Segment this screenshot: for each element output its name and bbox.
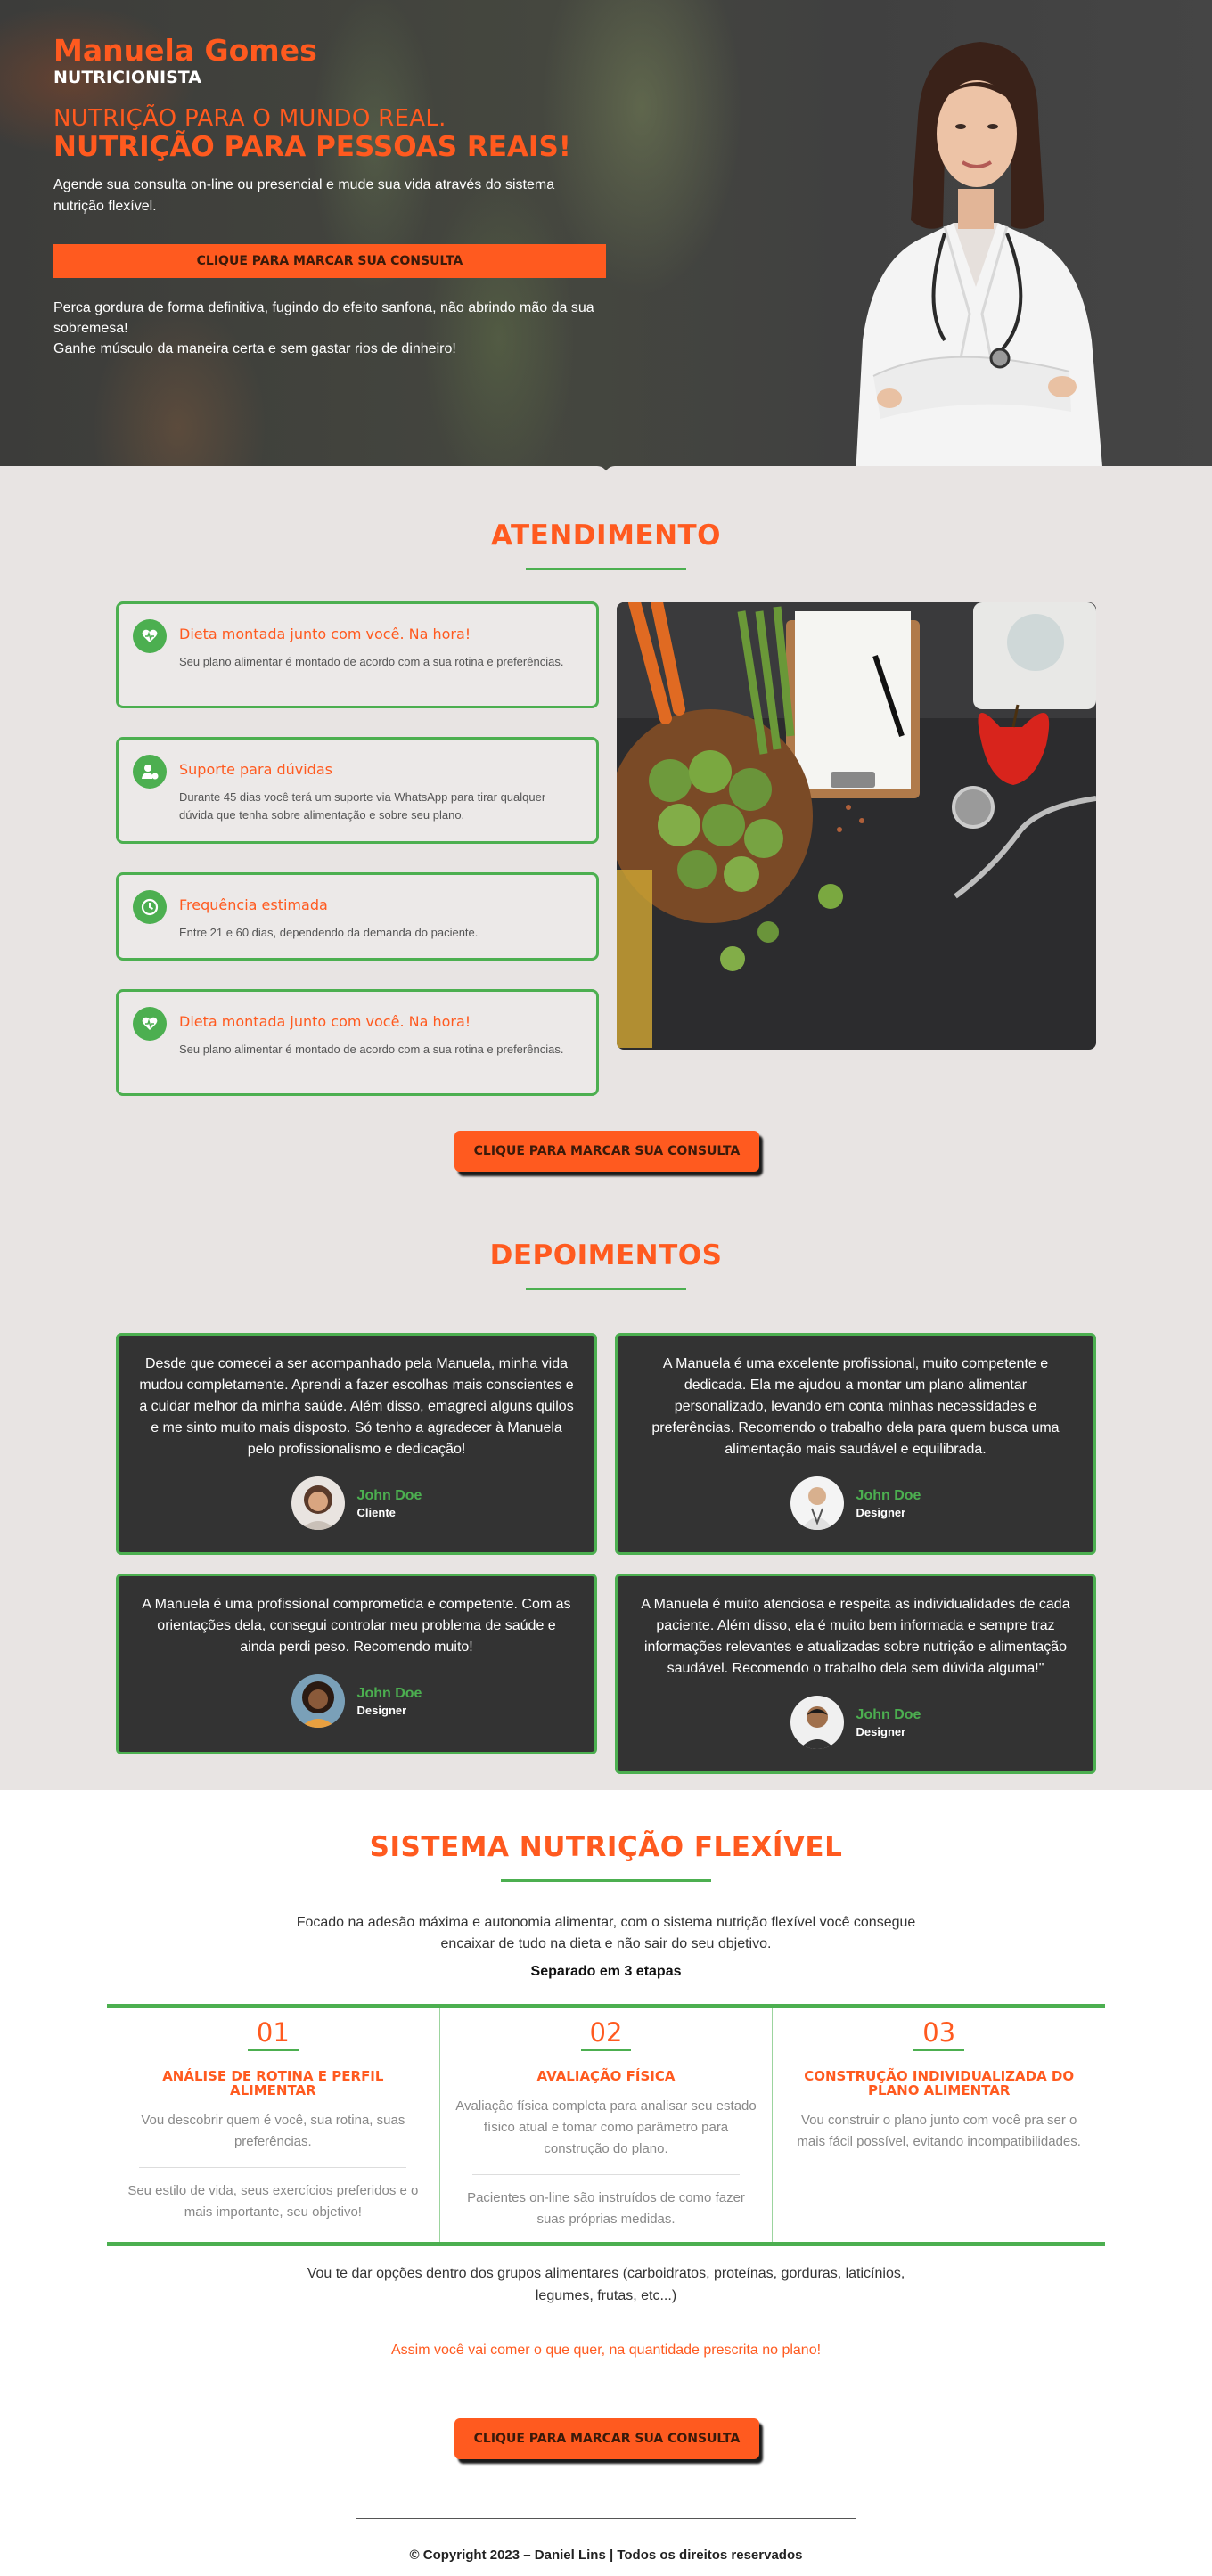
hero-tagline-2: NUTRIÇÃO PARA PESSOAS REAIS! [53, 131, 571, 163]
clock-icon [133, 890, 167, 924]
depoimentos-title-underline [526, 1288, 686, 1290]
hero-section: Manuela Gomes NUTRICIONISTA NUTRIÇÃO PAR… [0, 0, 1212, 477]
depoimentos-title: DEPOIMENTOS [489, 1239, 723, 1272]
testimonial-text: A Manuela é uma profissional comprometid… [142, 1597, 571, 1655]
testimonial-name: John Doe [856, 1706, 921, 1722]
testimonial-name: John Doe [856, 1487, 921, 1503]
service-card-text: Seu plano alimentar é montado de acordo … [179, 1043, 564, 1056]
testimonial-role: Cliente [356, 1505, 396, 1519]
service-card: Frequência estimada Entre 21 e 60 dias, … [116, 872, 599, 961]
atendimento-cta-button[interactable]: CLIQUE PARA MARCAR SUA CONSULTA [454, 1131, 759, 1172]
user-support-icon [133, 755, 167, 789]
hero-content: Manuela Gomes NUTRICIONISTA NUTRIÇÃO PAR… [53, 34, 606, 359]
testimonial-role: Designer [356, 1703, 407, 1717]
service-card-title: Dieta montada junto com você. Na hora! [179, 1013, 471, 1030]
atendimento-title: ATENDIMENTO [490, 519, 722, 552]
brand-name: Manuela Gomes [53, 33, 317, 68]
step-number: 02 [580, 2016, 632, 2051]
service-card-text: Seu plano alimentar é montado de acordo … [179, 655, 564, 668]
testimonial-text: A Manuela é muito atenciosa e respeita a… [641, 1597, 1070, 1676]
avatar [291, 1674, 345, 1728]
service-card: Dieta montada junto com você. Na hora! S… [116, 601, 599, 708]
hero-sub-line-2: Ganhe músculo da maneira certa e sem gas… [53, 341, 456, 356]
testimonial-card: A Manuela é muito atenciosa e respeita a… [615, 1574, 1096, 1774]
step-divider [472, 2174, 740, 2175]
testimonial-author: John Doe Designer [138, 1674, 575, 1728]
service-card: Dieta montada junto com você. Na hora! S… [116, 989, 599, 1096]
step-text: Seu estilo de vida, seus exercícios pref… [127, 2183, 419, 2220]
sistema-section: SISTEMA NUTRIÇÃO FLEXÍVEL Focado na ades… [0, 1790, 1212, 2576]
testimonial-name: John Doe [356, 1685, 422, 1701]
step-title: CONSTRUÇÃO INDIVIDUALIZADA DO PLANO ALIM… [804, 2068, 1075, 2098]
avatar [790, 1476, 844, 1530]
step-title: ANÁLISE DE ROTINA E PERFIL ALIMENTAR [162, 2068, 384, 2098]
step-column: 03 CONSTRUÇÃO INDIVIDUALIZADA DO PLANO A… [773, 2008, 1105, 2242]
step-text: Pacientes on-line são instruídos de como… [467, 2190, 745, 2227]
step-title: AVALIAÇÃO FÍSICA [536, 2068, 676, 2084]
sistema-separator: Separado em 3 etapas [530, 1964, 682, 1979]
service-card-text: Durante 45 dias você terá um suporte via… [179, 790, 546, 822]
atendimento-cards: Dieta montada junto com você. Na hora! S… [116, 601, 599, 1124]
sistema-accent: Assim você vai comer o que quer, na quan… [390, 2343, 822, 2358]
testimonial-text: A Manuela é uma excelente profissional, … [651, 1356, 1060, 1457]
sistema-title: SISTEMA NUTRIÇÃO FLEXÍVEL [369, 1831, 843, 1863]
step-text: Vou descobrir quem é você, sua rotina, s… [141, 2113, 405, 2149]
testimonial-role: Designer [856, 1724, 906, 1738]
footer-copyright: © Copyright 2023 – Daniel Lins | Todos o… [409, 2547, 803, 2563]
testimonial-text: Desde que comecei a ser acompanhado pela… [139, 1356, 574, 1457]
atendimento-section: ATENDIMENTO Dieta montada junto com você… [0, 477, 1212, 1195]
hero-divider-left [0, 466, 608, 477]
sistema-title-underline [501, 1879, 711, 1882]
step-number: 01 [247, 2016, 299, 2051]
testimonial-author: John Doe Cliente [138, 1476, 575, 1530]
step-column: 02 AVALIAÇÃO FÍSICA Avaliação física com… [440, 2008, 774, 2242]
step-divider [139, 2167, 407, 2168]
testimonial-card: A Manuela é uma profissional comprometid… [116, 1574, 597, 1754]
service-card: Suporte para dúvidas Durante 45 dias voc… [116, 737, 599, 844]
heart-icon [133, 1007, 167, 1041]
sistema-note: Vou te dar opções dentro dos grupos alim… [307, 2266, 905, 2303]
step-number: 03 [913, 2016, 965, 2051]
hero-lead: Agende sua consulta on-line ou presencia… [53, 177, 555, 214]
testimonial-name: John Doe [356, 1487, 422, 1503]
step-text: Avaliação física completa para analisar … [455, 2098, 757, 2156]
testimonial-role: Designer [856, 1505, 906, 1519]
testimonial-card: A Manuela é uma excelente profissional, … [615, 1333, 1096, 1555]
hero-tagline-1: NUTRIÇÃO PARA O MUNDO REAL. [53, 105, 446, 132]
nutritionist-portrait [856, 42, 1103, 477]
steps-table: 01 ANÁLISE DE ROTINA E PERFIL ALIMENTAR … [107, 2004, 1105, 2246]
sistema-description: Focado na adesão máxima e autonomia alim… [296, 1915, 916, 1951]
service-card-title: Dieta montada junto com você. Na hora! [179, 626, 471, 642]
brand-role: NUTRICIONISTA [53, 68, 201, 87]
hero-sub-line-1: Perca gordura de forma definitiva, fugin… [53, 300, 594, 336]
testimonial-author: John Doe Designer [637, 1696, 1074, 1749]
step-column: 01 ANÁLISE DE ROTINA E PERFIL ALIMENTAR … [107, 2008, 440, 2242]
sistema-cta-button[interactable]: CLIQUE PARA MARCAR SUA CONSULTA [454, 2418, 759, 2459]
depoimentos-section: DEPOIMENTOS Desde que comecei a ser acom… [0, 1195, 1212, 1790]
service-card-text: Entre 21 e 60 dias, dependendo da demand… [179, 926, 479, 939]
heart-icon [133, 619, 167, 653]
avatar [291, 1476, 345, 1530]
hero-sub: Perca gordura de forma definitiva, fugin… [53, 298, 606, 359]
avatar [790, 1696, 844, 1749]
hero-cta-button[interactable]: CLIQUE PARA MARCAR SUA CONSULTA [53, 244, 606, 278]
footer-divider [356, 2518, 856, 2519]
step-text: Vou construir o plano junto com você pra… [797, 2113, 1081, 2149]
testimonial-card: Desde que comecei a ser acompanhado pela… [116, 1333, 597, 1555]
food-image [617, 602, 1096, 1050]
service-card-title: Frequência estimada [179, 896, 328, 913]
hero-divider-right [604, 466, 1212, 477]
testimonial-author: John Doe Designer [637, 1476, 1074, 1530]
atendimento-title-underline [526, 568, 686, 570]
service-card-title: Suporte para dúvidas [179, 761, 332, 778]
